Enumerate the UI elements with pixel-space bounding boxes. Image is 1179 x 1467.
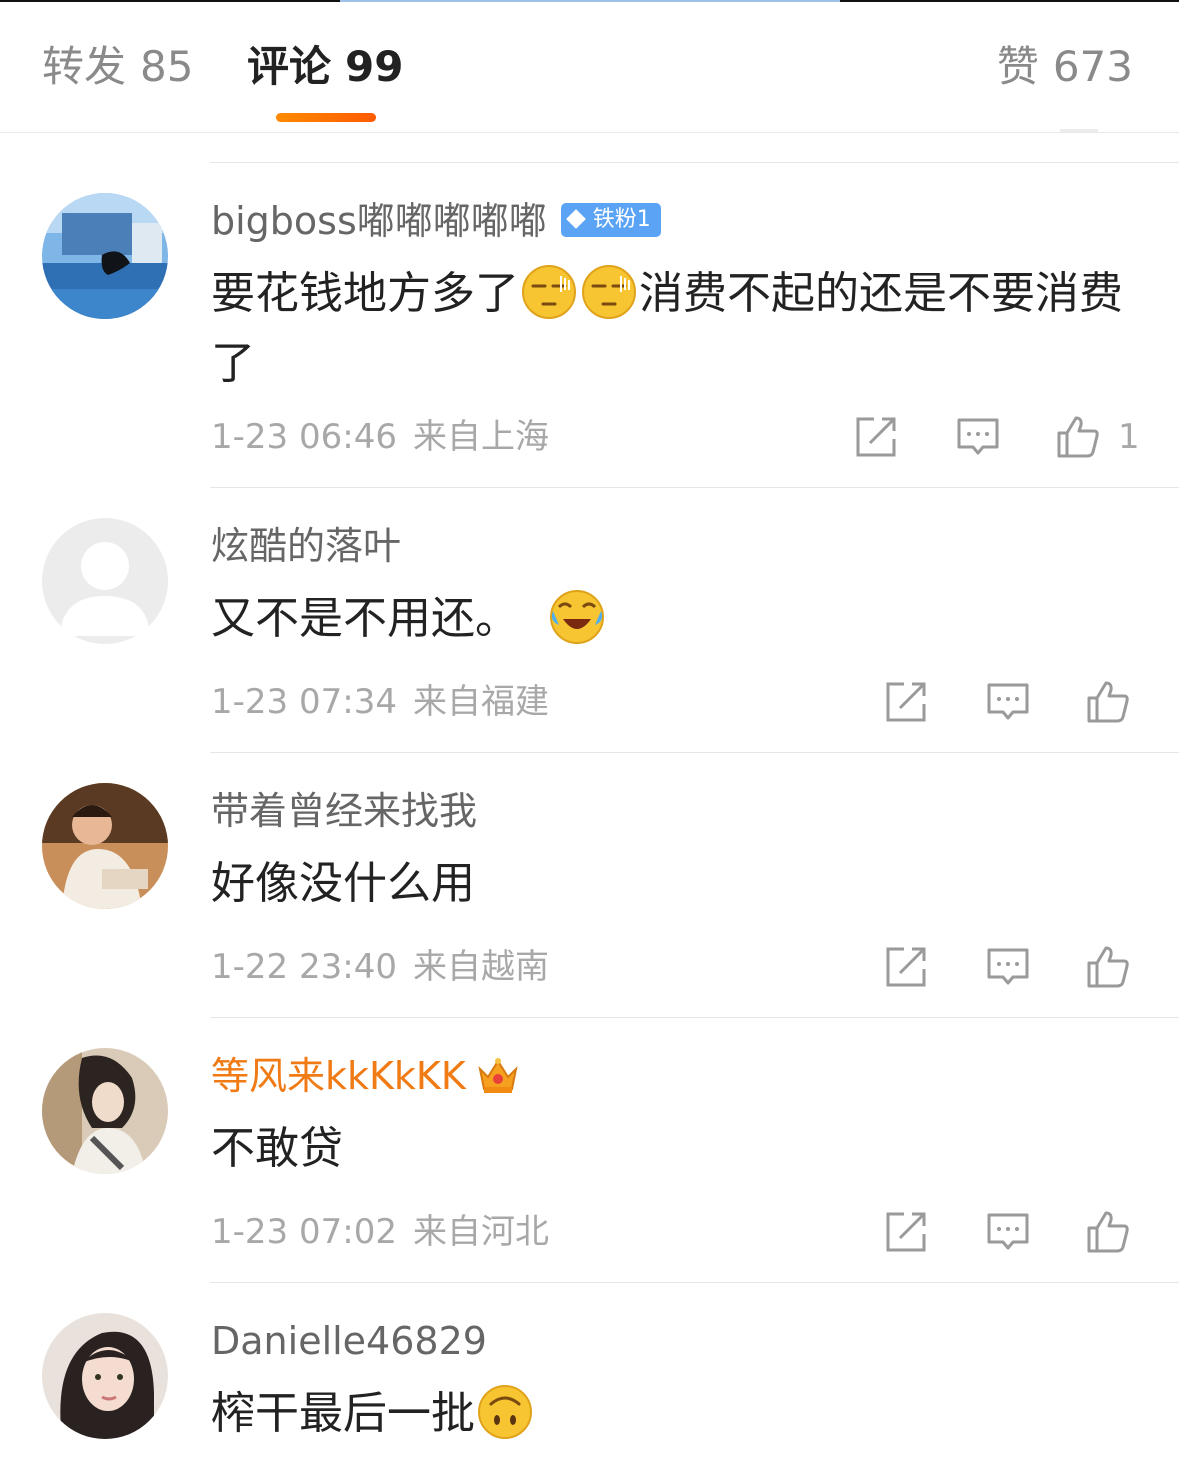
tab-likes-count: 673 — [1052, 42, 1133, 91]
tab-comments-label: 评论 — [247, 42, 332, 91]
divider — [210, 487, 1179, 488]
comment-meta: 1-23 06:46 来自上海 — [211, 415, 549, 459]
username[interactable]: bigboss嘟嘟嘟嘟嘟 铁粉1 — [211, 197, 661, 245]
comment-meta: 1-23 07:34 来自福建 — [211, 680, 549, 724]
comment-text-part: 不敢贷 — [211, 1123, 343, 1174]
divider — [210, 162, 1179, 163]
reply-icon[interactable] — [986, 1210, 1030, 1254]
timestamp: 1-23 07:34 — [211, 682, 397, 722]
reply-icon[interactable] — [986, 680, 1030, 724]
active-tab-indicator — [276, 113, 376, 122]
share-icon[interactable] — [884, 1210, 928, 1254]
comment-text: 不敢贷 — [211, 1114, 1131, 1184]
tab-comments-count: 99 — [345, 42, 404, 91]
comment-actions — [884, 680, 1134, 730]
comment-text: 又不是不用还。 — [211, 584, 1131, 654]
comment-actions — [884, 1210, 1134, 1260]
thumbs-up-icon[interactable] — [1086, 945, 1130, 989]
location: 来自河北 — [412, 1212, 549, 1252]
scroll-remnant — [1060, 129, 1098, 132]
comment-text-part: 好像没什么用 — [211, 858, 475, 909]
divider — [210, 1017, 1179, 1018]
username-text: Danielle46829 — [211, 1319, 487, 1363]
tab-bar: 转发 85 评论 99 赞 673 — [0, 0, 1179, 133]
comment-text-part: 又不是不用还。 — [211, 593, 519, 644]
timestamp: 1-23 07:02 — [211, 1212, 397, 1252]
location: 来自上海 — [412, 417, 549, 457]
comment-text: 好像没什么用 — [211, 849, 1131, 919]
tab-likes-label: 赞 — [996, 42, 1039, 91]
username-text: bigboss嘟嘟嘟嘟嘟 — [211, 199, 547, 243]
share-icon[interactable] — [854, 415, 898, 459]
tab-repost-label: 转发 — [42, 42, 127, 91]
fan-badge[interactable]: 铁粉1 — [560, 202, 661, 237]
location: 来自福建 — [412, 682, 549, 722]
username-text: 带着曾经来找我 — [211, 789, 478, 833]
tab-likes[interactable]: 赞 673 — [997, 38, 1133, 96]
timestamp: 1-23 06:46 — [211, 417, 397, 457]
tab-repost[interactable]: 转发 85 — [42, 38, 193, 96]
tab-comments[interactable]: 评论 99 — [247, 38, 403, 96]
fan-badge-label: 铁粉1 — [592, 206, 651, 232]
laugh-cry-emoji — [550, 590, 604, 644]
comment-text: 要花钱地方多了 消费不起的还是不要消费了 — [211, 259, 1131, 399]
diamond-icon — [565, 208, 586, 229]
comment-meta: 1-22 23:40 来自越南 — [211, 945, 549, 989]
username[interactable]: 炫酷的落叶 — [211, 522, 401, 570]
thumbs-up-icon[interactable] — [1056, 415, 1100, 459]
avatar[interactable] — [42, 518, 168, 644]
username[interactable]: Danielle46829 — [211, 1317, 487, 1365]
divider — [210, 752, 1179, 753]
comment-actions: 1 — [854, 415, 1144, 465]
location: 来自越南 — [412, 947, 549, 987]
avatar[interactable] — [42, 193, 168, 319]
username-text: 等风来kkKkKK — [211, 1054, 466, 1098]
timestamp: 1-22 23:40 — [211, 947, 397, 987]
avatar[interactable] — [42, 1313, 168, 1439]
comment-meta: 1-23 07:02 来自河北 — [211, 1210, 549, 1254]
username[interactable]: 带着曾经来找我 — [211, 787, 477, 835]
reply-icon[interactable] — [986, 945, 1030, 989]
username[interactable]: 等风来kkKkKK — [211, 1052, 520, 1101]
like-count: 1 — [1118, 417, 1140, 457]
vip-crown-icon — [478, 1057, 518, 1093]
comment-text-part: 要花钱地方多了 — [211, 268, 519, 319]
smirk-emoji — [582, 265, 636, 319]
share-icon[interactable] — [884, 680, 928, 724]
comment-text-part: 榨干最后一批 — [211, 1388, 475, 1439]
avatar[interactable] — [42, 1048, 168, 1174]
upside-down-face-emoji — [478, 1385, 532, 1439]
username-text: 炫酷的落叶 — [211, 524, 402, 568]
thumbs-up-icon[interactable] — [1086, 1210, 1130, 1254]
comment-text: 榨干最后一批 — [211, 1379, 1131, 1449]
divider — [210, 1282, 1179, 1283]
thumbs-up-icon[interactable] — [1086, 680, 1130, 724]
share-icon[interactable] — [884, 945, 928, 989]
avatar[interactable] — [42, 783, 168, 909]
smirk-emoji — [522, 265, 576, 319]
reply-icon[interactable] — [956, 415, 1000, 459]
tab-repost-count: 85 — [140, 42, 194, 91]
comment-actions — [884, 945, 1134, 995]
